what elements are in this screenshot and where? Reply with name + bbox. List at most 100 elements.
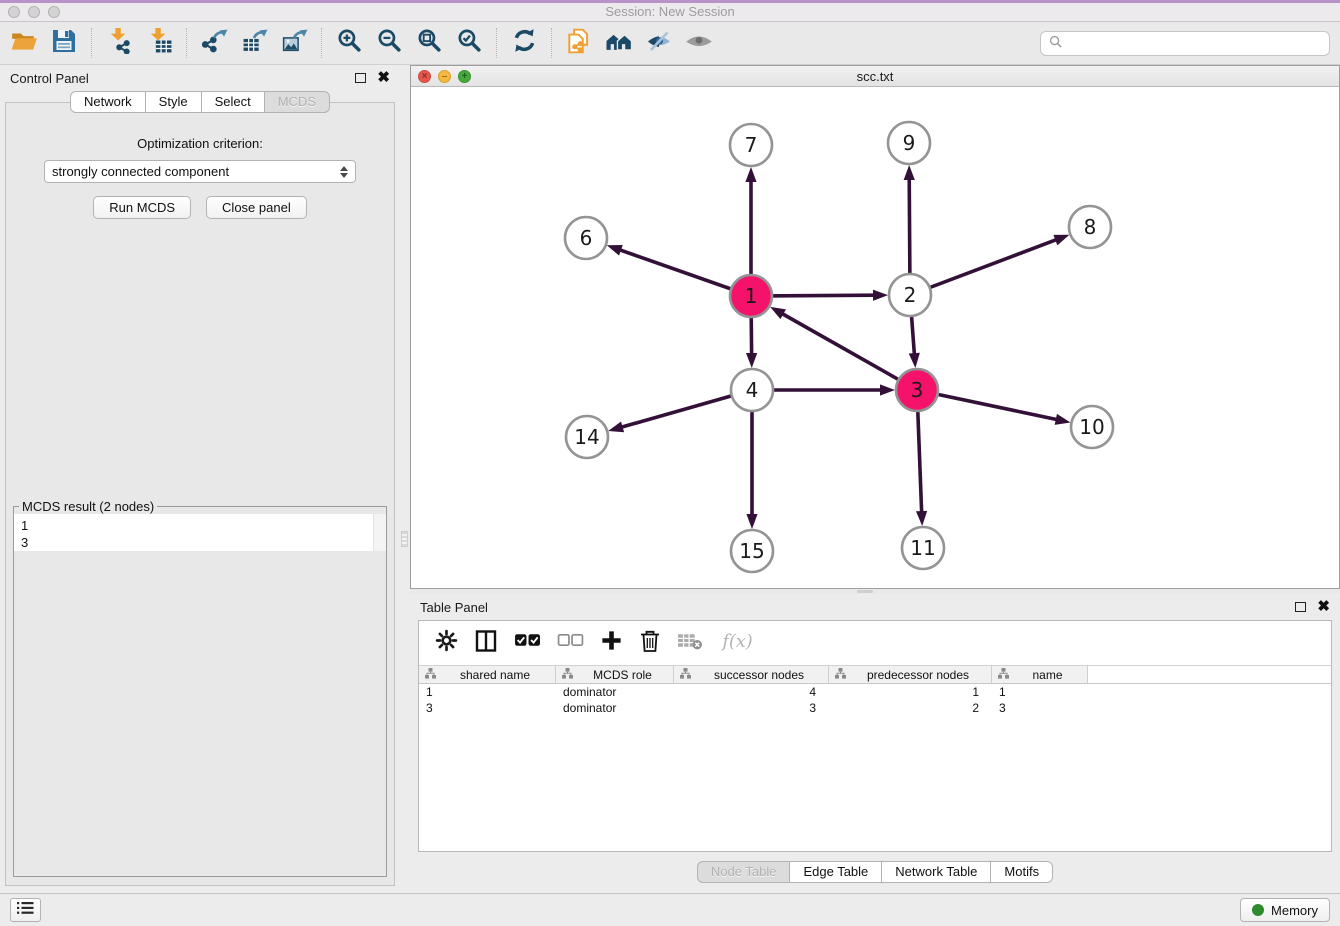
graph-node-3[interactable]: 3: [896, 369, 938, 411]
toggle-column-view-button[interactable]: [474, 629, 498, 658]
table-tab-motifs[interactable]: Motifs: [991, 861, 1053, 883]
vertical-splitter[interactable]: [400, 65, 410, 892]
save-session-button[interactable]: [44, 25, 84, 61]
table-settings-button[interactable]: [435, 629, 458, 657]
task-history-button[interactable]: [10, 898, 41, 922]
table-row[interactable]: 1dominator411: [419, 684, 1331, 700]
tab-network[interactable]: Network: [70, 91, 146, 113]
control-panel-float-icon[interactable]: [355, 73, 366, 83]
import-table-button[interactable]: [139, 25, 179, 61]
table-cell[interactable]: 1: [829, 684, 992, 700]
memory-label: Memory: [1271, 903, 1318, 918]
column-header-name[interactable]: name: [992, 666, 1088, 683]
graph-node-8[interactable]: 8: [1069, 206, 1111, 248]
import-network-button[interactable]: [99, 25, 139, 61]
toolbar-separator: [496, 28, 497, 58]
open-session-button[interactable]: [4, 25, 44, 61]
optimization-criterion-label: Optimization criterion:: [137, 136, 263, 151]
zoom-in-button[interactable]: [329, 25, 369, 61]
table-cell[interactable]: 1: [419, 684, 556, 700]
zoom-out-button[interactable]: [369, 25, 409, 61]
graph-node-7[interactable]: 7: [730, 124, 772, 166]
column-header-successor-nodes[interactable]: successor nodes: [674, 666, 829, 683]
right-column: × – + scc.txt 7968124314101511 Table Pan…: [410, 65, 1340, 892]
open-icon: [10, 27, 38, 60]
edge-1-6[interactable]: [607, 245, 751, 296]
table-cell[interactable]: 3: [419, 700, 556, 716]
splitter-grip[interactable]: [857, 590, 873, 593]
close-panel-button[interactable]: Close panel: [206, 196, 307, 219]
table-cell[interactable]: 3: [992, 700, 1088, 716]
run-mcds-button[interactable]: Run MCDS: [93, 196, 191, 219]
refresh-view-button[interactable]: [504, 25, 544, 61]
export-image-button[interactable]: [274, 25, 314, 61]
table-tab-network-table[interactable]: Network Table: [882, 861, 991, 883]
network-minimize-button[interactable]: –: [438, 70, 451, 83]
column-type-icon: [998, 668, 1009, 682]
window-zoom-button[interactable]: [48, 6, 60, 18]
column-header-label: predecessor nodes: [849, 668, 987, 682]
export-network-button[interactable]: [194, 25, 234, 61]
memory-status-icon: [1252, 904, 1264, 916]
column-header-label: shared name: [439, 668, 551, 682]
column-header-shared-name[interactable]: shared name: [419, 666, 556, 683]
network-zoom-button[interactable]: +: [458, 70, 471, 83]
edge-4-14[interactable]: [608, 390, 752, 432]
delete-column-button[interactable]: [639, 629, 661, 658]
graph-node-9[interactable]: 9: [888, 122, 930, 164]
graph-node-1[interactable]: 1: [730, 275, 772, 317]
edge-2-8[interactable]: [910, 235, 1069, 295]
edge-3-10[interactable]: [917, 390, 1070, 425]
table-cell[interactable]: dominator: [556, 684, 674, 700]
window-minimize-button[interactable]: [28, 6, 40, 18]
graph-node-11[interactable]: 11: [902, 527, 944, 569]
table-cell[interactable]: 2: [829, 700, 992, 716]
search-input[interactable]: [1068, 35, 1321, 52]
column-header-predecessor-nodes[interactable]: predecessor nodes: [829, 666, 992, 683]
memory-button[interactable]: Memory: [1240, 898, 1330, 922]
window-close-button[interactable]: [8, 6, 20, 18]
deselect-all-rows-button[interactable]: [557, 631, 584, 655]
tab-select[interactable]: Select: [202, 91, 265, 113]
table-cell[interactable]: 3: [674, 700, 829, 716]
table-tab-edge-table[interactable]: Edge Table: [790, 861, 882, 883]
table-cell[interactable]: 4: [674, 684, 829, 700]
network-overview-button[interactable]: [599, 25, 639, 61]
table-cell[interactable]: dominator: [556, 700, 674, 716]
show-details-button[interactable]: [679, 25, 719, 61]
add-column-button[interactable]: [600, 629, 623, 657]
table-panel-close-icon[interactable]: ✖: [1317, 602, 1330, 612]
tab-mcds[interactable]: MCDS: [265, 91, 330, 113]
horizontal-splitter[interactable]: [410, 589, 1340, 594]
table-row[interactable]: 3dominator323: [419, 700, 1331, 716]
svg-text:15: 15: [739, 539, 764, 563]
table-tab-node-table[interactable]: Node Table: [697, 861, 791, 883]
criterion-select[interactable]: strongly connected component: [44, 160, 356, 183]
new-network-from-selection-button[interactable]: [559, 25, 599, 61]
graph-node-6[interactable]: 6: [565, 217, 607, 259]
zoom-fit-button[interactable]: [409, 25, 449, 61]
save-icon: [51, 28, 77, 59]
column-header-mcds-role[interactable]: MCDS role: [556, 666, 674, 683]
control-panel-close-icon[interactable]: ✖: [377, 73, 390, 83]
toolbar-separator: [551, 28, 552, 58]
export-table-button[interactable]: [234, 25, 274, 61]
table-panel-float-icon[interactable]: [1295, 602, 1306, 612]
select-all-rows-button[interactable]: [514, 631, 541, 655]
graph-node-15[interactable]: 15: [731, 530, 773, 572]
toolbar-separator: [321, 28, 322, 58]
zoom-selected-button[interactable]: [449, 25, 489, 61]
graph-node-4[interactable]: 4: [731, 369, 773, 411]
graph-node-2[interactable]: 2: [889, 274, 931, 316]
splitter-grip[interactable]: [401, 531, 408, 547]
svg-text:1: 1: [745, 284, 758, 308]
hide-details-button[interactable]: [639, 25, 679, 61]
graph-node-10[interactable]: 10: [1071, 406, 1113, 448]
network-close-button[interactable]: ×: [418, 70, 431, 83]
tab-style[interactable]: Style: [146, 91, 202, 113]
criterion-select-value: strongly connected component: [52, 164, 229, 179]
graph-node-14[interactable]: 14: [566, 416, 608, 458]
network-canvas[interactable]: 7 9 6 8 1 2 4 3 14 10 15 11: [411, 87, 1339, 588]
edge-3-1[interactable]: [770, 307, 917, 390]
table-cell[interactable]: 1: [992, 684, 1088, 700]
